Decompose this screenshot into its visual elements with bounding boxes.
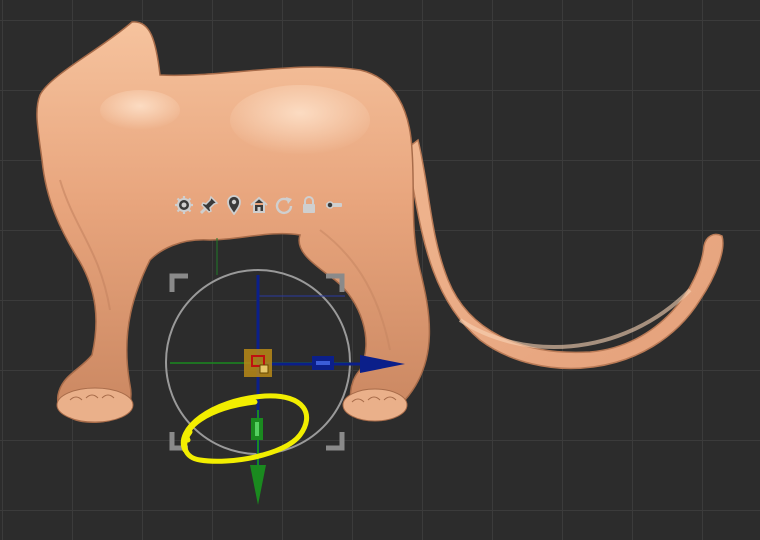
unlock-slider-icon[interactable]	[322, 193, 346, 217]
3d-viewport[interactable]	[0, 0, 760, 540]
home-icon[interactable]	[247, 193, 271, 217]
y-axis-arrow	[250, 465, 266, 505]
gizmo-corner-top-right	[326, 273, 345, 292]
lock-icon[interactable]	[297, 193, 321, 217]
gizmo-toolbar	[172, 192, 346, 218]
pin-icon[interactable]	[197, 193, 221, 217]
highlight-annotation	[180, 393, 310, 464]
gear-icon[interactable]	[172, 193, 196, 217]
reset-icon[interactable]	[272, 193, 296, 217]
gizmo-corner-bottom-right	[326, 432, 345, 451]
scene-canvas	[36, 21, 724, 505]
gizmo-corner-top-left	[169, 273, 188, 292]
location-marker-icon[interactable]	[222, 193, 246, 217]
cat-tail	[404, 138, 724, 370]
